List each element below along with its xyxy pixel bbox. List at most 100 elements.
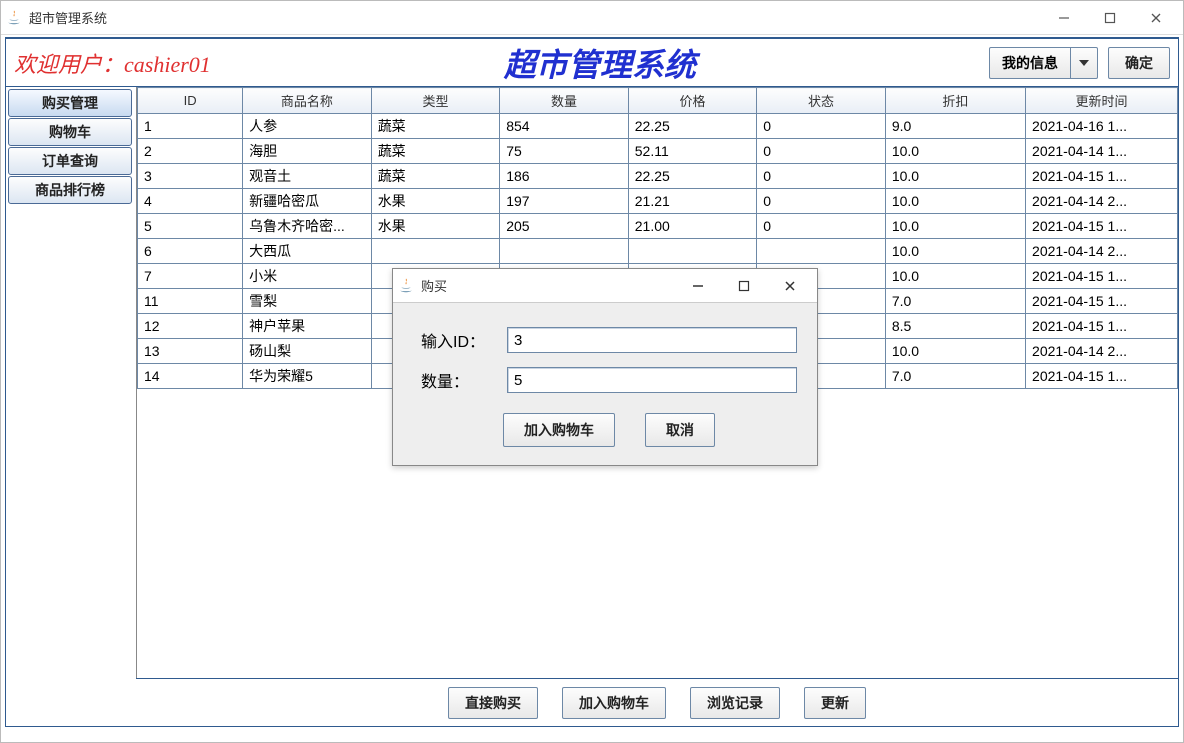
dialog-body: 输入ID： 数量： 加入购物车 取消 [393,303,817,465]
table-cell: 2021-04-15 1... [1026,264,1178,289]
table-cell: 2021-04-15 1... [1026,314,1178,339]
table-cell: 1 [138,114,243,139]
username: cashier01 [124,52,211,77]
welcome-prefix: 欢迎用户： [14,52,124,77]
table-header-row: ID商品名称类型数量价格状态折扣更新时间 [138,88,1178,114]
title-bar: 超市管理系统 [1,1,1183,35]
column-header[interactable]: 数量 [500,88,629,114]
table-cell: 砀山梨 [243,339,372,364]
bottom-button-3[interactable]: 更新 [804,687,866,719]
table-cell: 197 [500,189,629,214]
table-cell: 乌鲁木齐哈密... [243,214,372,239]
dialog-close-button[interactable] [767,270,813,302]
id-input[interactable] [507,327,797,353]
table-row[interactable]: 1人参蔬菜85422.2509.02021-04-16 1... [138,114,1178,139]
add-to-cart-button[interactable]: 加入购物车 [503,413,615,447]
qty-input[interactable] [507,367,797,393]
table-cell: 75 [500,139,629,164]
sidebar-tab-1[interactable]: 购物车 [8,118,132,146]
table-cell: 观音土 [243,164,372,189]
sidebar-tab-2[interactable]: 订单查询 [8,147,132,175]
table-cell: 水果 [371,189,500,214]
dialog-title: 购买 [421,276,447,295]
table-cell [628,239,757,264]
dialog-controls [675,270,813,302]
dialog-minimize-button[interactable] [675,270,721,302]
table-cell: 人参 [243,114,372,139]
java-icon [5,9,23,27]
dialog-buttons: 加入购物车 取消 [421,413,797,447]
table-cell: 海胆 [243,139,372,164]
dropdown-label: 我的信息 [990,48,1071,78]
table-cell: 2021-04-14 2... [1026,339,1178,364]
bottom-button-0[interactable]: 直接购买 [448,687,538,719]
id-row: 输入ID： [421,327,797,353]
table-cell: 7.0 [885,289,1025,314]
table-cell: 0 [757,139,886,164]
qty-row: 数量： [421,367,797,393]
sidebar: 购买管理购物车订单查询商品排行榜 [6,87,136,726]
dialog-maximize-button[interactable] [721,270,767,302]
bottom-button-1[interactable]: 加入购物车 [562,687,666,719]
column-header[interactable]: 商品名称 [243,88,372,114]
sidebar-tab-3[interactable]: 商品排行榜 [8,176,132,204]
header-actions: 我的信息 确定 [989,47,1170,79]
table-cell: 水果 [371,214,500,239]
table-cell: 10.0 [885,264,1025,289]
sidebar-tab-0[interactable]: 购买管理 [8,89,132,117]
table-row[interactable]: 3观音土蔬菜18622.25010.02021-04-15 1... [138,164,1178,189]
table-cell: 22.25 [628,164,757,189]
table-cell: 2021-04-15 1... [1026,164,1178,189]
bottom-button-2[interactable]: 浏览记录 [690,687,780,719]
column-header[interactable]: 折扣 [885,88,1025,114]
table-cell: 蔬菜 [371,139,500,164]
table-row[interactable]: 6大西瓜10.02021-04-14 2... [138,239,1178,264]
table-cell: 11 [138,289,243,314]
table-cell: 4 [138,189,243,214]
table-cell: 52.11 [628,139,757,164]
table-cell: 蔬菜 [371,114,500,139]
column-header[interactable]: 类型 [371,88,500,114]
minimize-button[interactable] [1041,2,1087,34]
confirm-button[interactable]: 确定 [1108,47,1170,79]
close-button[interactable] [1133,2,1179,34]
table-cell: 22.25 [628,114,757,139]
table-cell: 12 [138,314,243,339]
table-cell: 2021-04-14 2... [1026,189,1178,214]
system-title: 超市管理系统 [211,40,989,86]
table-cell [757,239,886,264]
header-bar: 欢迎用户：cashier01 超市管理系统 我的信息 确定 [5,37,1179,87]
cancel-button[interactable]: 取消 [645,413,715,447]
table-row[interactable]: 4新疆哈密瓜水果19721.21010.02021-04-14 2... [138,189,1178,214]
purchase-dialog: 购买 输入ID： 数量： 加入购物车 取消 [392,268,818,466]
table-cell: 2021-04-14 1... [1026,139,1178,164]
table-cell: 6 [138,239,243,264]
table-row[interactable]: 2海胆蔬菜7552.11010.02021-04-14 1... [138,139,1178,164]
table-row[interactable]: 5乌鲁木齐哈密...水果20521.00010.02021-04-15 1... [138,214,1178,239]
table-cell: 10.0 [885,164,1025,189]
table-cell: 蔬菜 [371,164,500,189]
column-header[interactable]: ID [138,88,243,114]
table-cell: 7.0 [885,364,1025,389]
table-cell: 0 [757,189,886,214]
table-cell: 9.0 [885,114,1025,139]
table-cell [371,239,500,264]
table-cell: 205 [500,214,629,239]
qty-label: 数量： [421,368,507,392]
table-cell: 8.5 [885,314,1025,339]
table-cell: 10.0 [885,339,1025,364]
table-cell: 2 [138,139,243,164]
java-icon [397,277,415,295]
maximize-button[interactable] [1087,2,1133,34]
table-cell: 14 [138,364,243,389]
column-header[interactable]: 状态 [757,88,886,114]
table-cell: 2021-04-15 1... [1026,364,1178,389]
table-cell: 小米 [243,264,372,289]
table-cell: 21.21 [628,189,757,214]
table-cell: 0 [757,114,886,139]
table-cell: 2021-04-15 1... [1026,214,1178,239]
table-cell: 854 [500,114,629,139]
my-info-dropdown[interactable]: 我的信息 [989,47,1098,79]
column-header[interactable]: 更新时间 [1026,88,1178,114]
column-header[interactable]: 价格 [628,88,757,114]
